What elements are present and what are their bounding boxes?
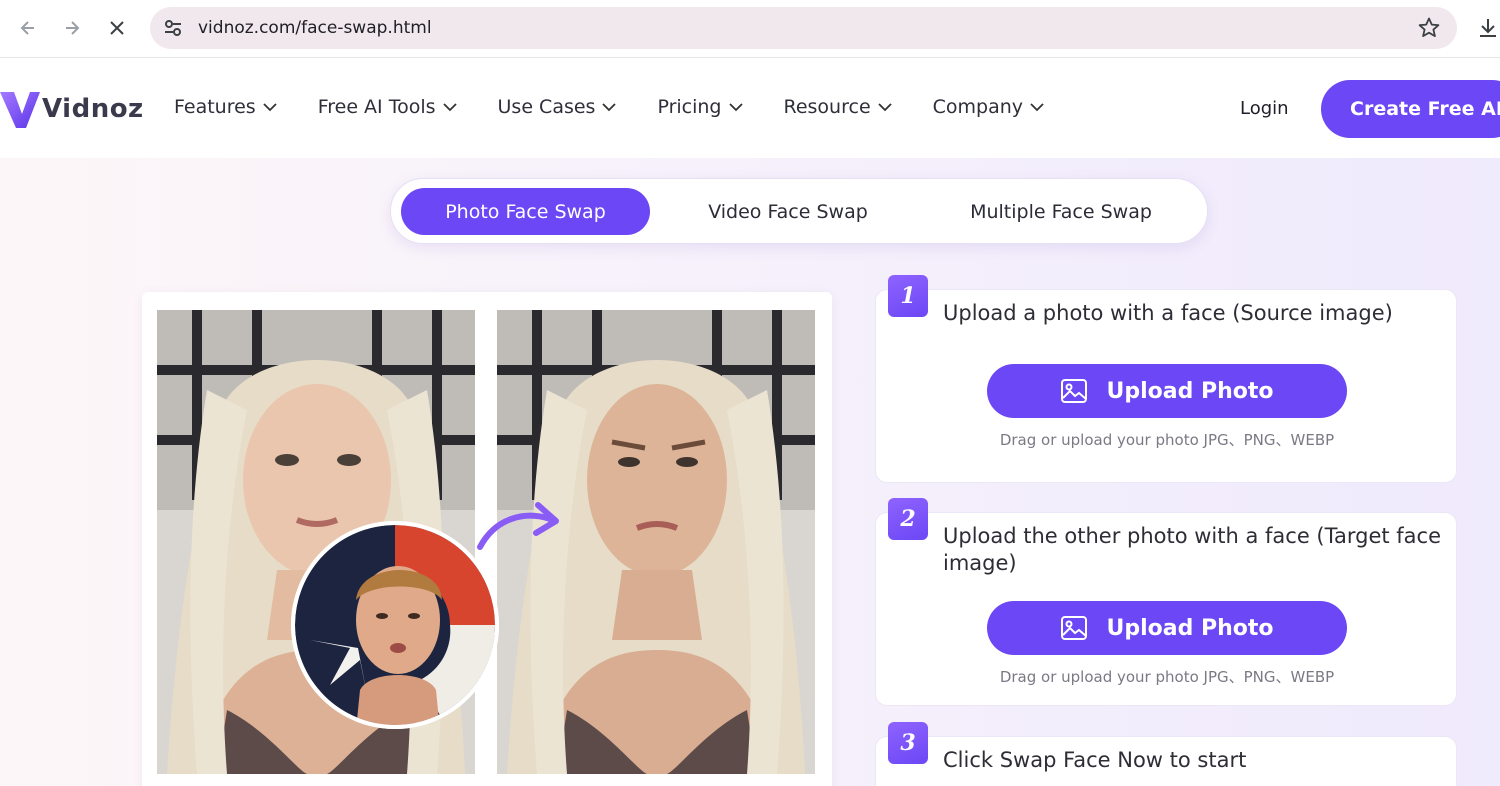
create-free-ai-video-button[interactable]: Create Free AI Vi	[1321, 80, 1500, 138]
menu-resource[interactable]: Resource	[784, 96, 893, 118]
menu-free-ai-tools[interactable]: Free AI Tools	[318, 96, 458, 118]
vidnoz-logo[interactable]: Vidnoz	[0, 88, 144, 130]
face-swap-tabs: Photo Face Swap Video Face Swap Multiple…	[390, 178, 1208, 244]
tab-multiple-face-swap[interactable]: Multiple Face Swap	[941, 188, 1181, 235]
step-1-number: 1	[888, 275, 928, 317]
image-icon	[1061, 379, 1088, 403]
menu-company-label: Company	[932, 96, 1024, 118]
source-face-circle	[291, 521, 499, 729]
menu-features-label: Features	[174, 96, 256, 118]
download-icon[interactable]	[1476, 16, 1500, 40]
logo-text: Vidnoz	[42, 94, 144, 124]
step-1-hint: Drag or upload your photo JPG、PNG、WEBP	[999, 431, 1335, 449]
upload-source-photo-button[interactable]: Upload Photo	[987, 364, 1347, 418]
site-settings-icon[interactable]	[162, 17, 184, 39]
site-header: Vidnoz Features Free AI Tools Use Cases …	[0, 58, 1500, 158]
face-swap-example-card	[142, 292, 832, 786]
image-icon	[1061, 616, 1088, 640]
upload-source-photo-label: Upload Photo	[1106, 378, 1274, 404]
menu-resource-label: Resource	[783, 96, 871, 118]
chevron-down-icon	[1030, 103, 1044, 112]
upload-target-photo-button[interactable]: Upload Photo	[987, 601, 1347, 655]
menu-use-cases-label: Use Cases	[497, 96, 596, 118]
step-3-card: 3 Click Swap Face Now to start	[875, 722, 1457, 786]
main-menu: Features Free AI Tools Use Cases Pricing…	[174, 96, 1085, 118]
chevron-down-icon	[602, 103, 617, 112]
bookmark-star-icon[interactable]	[1417, 16, 1441, 40]
menu-pricing-label: Pricing	[657, 96, 722, 118]
step-2-card: 2 Upload the other photo with a face (Ta…	[875, 498, 1457, 706]
menu-free-ai-tools-label: Free AI Tools	[317, 96, 436, 118]
vidnoz-logo-icon	[0, 92, 40, 128]
chevron-down-icon	[263, 103, 277, 112]
back-arrow-icon[interactable]	[12, 12, 44, 44]
url-text[interactable]: vidnoz.com/face-swap.html	[198, 18, 432, 38]
tab-photo-face-swap[interactable]: Photo Face Swap	[401, 188, 650, 235]
chevron-down-icon	[878, 103, 892, 112]
browser-toolbar: vidnoz.com/face-swap.html	[0, 0, 1500, 58]
stop-loading-icon[interactable]	[101, 12, 133, 44]
upload-target-photo-label: Upload Photo	[1106, 615, 1274, 641]
step-1-title: Upload a photo with a face (Source image…	[943, 301, 1393, 325]
chevron-down-icon	[442, 103, 457, 112]
step-1-card: 1 Upload a photo with a face (Source ima…	[875, 275, 1457, 483]
menu-features[interactable]: Features	[174, 96, 278, 118]
step-3-number: 3	[888, 722, 928, 764]
menu-company[interactable]: Company	[933, 96, 1045, 118]
curved-arrow-icon	[477, 502, 559, 550]
step-2-number: 2	[888, 498, 928, 540]
tab-video-face-swap[interactable]: Video Face Swap	[681, 188, 895, 235]
step-3-title: Click Swap Face Now to start	[943, 748, 1247, 772]
menu-pricing[interactable]: Pricing	[657, 96, 743, 118]
chevron-down-icon	[728, 103, 743, 112]
login-link[interactable]: Login	[1240, 98, 1289, 119]
step-2-hint: Drag or upload your photo JPG、PNG、WEBP	[999, 668, 1335, 686]
forward-arrow-icon[interactable]	[56, 12, 88, 44]
menu-use-cases[interactable]: Use Cases	[498, 96, 618, 118]
face-swap-section: Photo Face Swap Video Face Swap Multiple…	[0, 158, 1500, 786]
address-bar[interactable]: vidnoz.com/face-swap.html	[150, 7, 1457, 49]
step-2-title: Upload the other photo with a face (Targ…	[943, 524, 1442, 575]
